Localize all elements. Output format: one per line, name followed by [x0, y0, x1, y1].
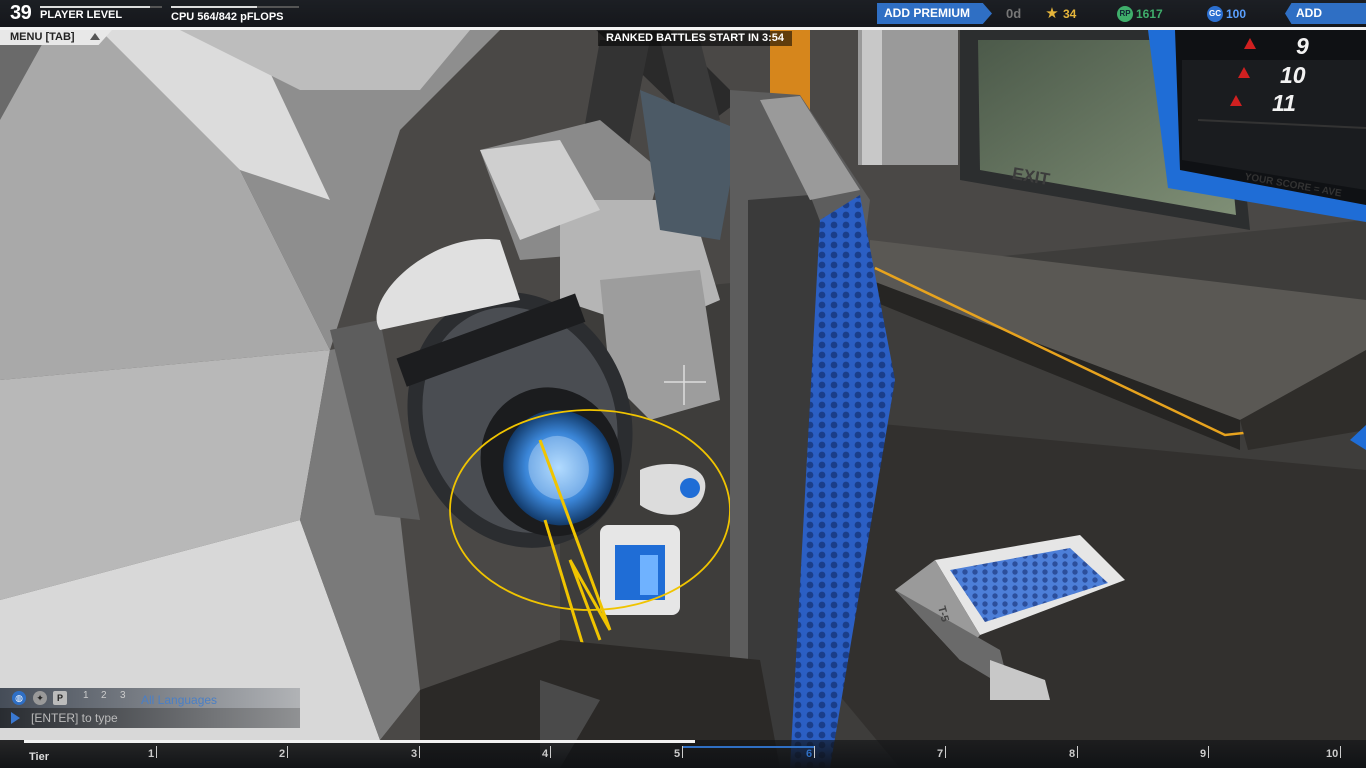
chat-channel-1[interactable]: 1 — [83, 690, 89, 701]
tier-current-marker — [682, 746, 814, 748]
galaxy-coins-currency: GC 100 — [1207, 6, 1246, 22]
add-funds-button[interactable]: ADD FUNDS — [1285, 3, 1366, 24]
tier-tick-line — [1077, 746, 1078, 758]
chat-channel-3[interactable]: 3 — [120, 690, 126, 701]
tier-tick-label: 4 — [542, 748, 549, 760]
tier-bar — [0, 740, 1366, 768]
tier-tick-label: 2 — [279, 748, 286, 760]
cpu-usage-bar-fill — [171, 6, 257, 8]
tier-tick-line — [814, 746, 815, 758]
play-arrow-icon — [11, 712, 20, 724]
robit-points-value: 1617 — [1136, 7, 1163, 21]
chat-channel-2[interactable]: 2 — [101, 690, 107, 701]
menu-button[interactable]: MENU [TAB] — [0, 30, 112, 45]
tier-label: Tier — [29, 751, 49, 763]
tier-tick-label: 6 — [806, 748, 813, 760]
tier-tick-line — [156, 746, 157, 758]
triangle-icon — [1244, 38, 1256, 49]
player-level-value: 39 — [10, 2, 32, 24]
tier-tick-label: 10 — [1326, 748, 1339, 760]
ranked-battles-countdown: RANKED BATTLES START IN 3:54 — [598, 31, 792, 46]
tier-tick-line — [1340, 746, 1341, 758]
tier-tick-label: 3 — [411, 748, 418, 760]
chat-input-placeholder: [ENTER] to type — [31, 711, 118, 725]
tier-tick-label: 1 — [148, 748, 155, 760]
top-bar-divider — [0, 27, 1366, 30]
score-row: 10 — [1232, 62, 1342, 88]
tier-tick-line — [287, 746, 288, 758]
tier-tick-line — [945, 746, 946, 758]
star-icon: ★ — [1045, 5, 1059, 22]
tier-tick-line — [1208, 746, 1209, 758]
tier-tick-line — [682, 746, 683, 758]
tier-tick-label: 5 — [674, 748, 681, 760]
party-icon[interactable]: P — [53, 691, 67, 705]
score-value: 9 — [1296, 33, 1309, 59]
tier-tick-label: 9 — [1200, 748, 1207, 760]
premium-days-remaining: 0d — [1006, 6, 1022, 21]
triangle-icon — [1230, 95, 1242, 106]
score-value: 10 — [1280, 62, 1306, 88]
tier-tick-line — [419, 746, 420, 758]
tier-tick-line — [550, 746, 551, 758]
player-level-label: PLAYER LEVEL — [40, 9, 123, 21]
menu-label: MENU [TAB] — [10, 31, 75, 43]
galaxy-coins-value: 100 — [1226, 7, 1247, 21]
stars-currency: ★ 34 — [1044, 6, 1076, 22]
globe-icon[interactable]: ◍ — [12, 691, 26, 705]
caret-up-icon — [90, 33, 100, 40]
tier-tick-label: 8 — [1069, 748, 1076, 760]
cpu-usage-bar — [171, 6, 299, 8]
robit-points-currency: RP 1617 — [1117, 6, 1163, 22]
score-value: 11 — [1272, 90, 1296, 116]
stars-value: 34 — [1063, 7, 1077, 21]
chat-language-selector[interactable]: All Languages — [141, 693, 217, 707]
cpu-usage-label: CPU 564/842 pFLOPS — [171, 11, 284, 23]
tier-tick-label: 7 — [937, 748, 944, 760]
score-row: 9 — [1238, 33, 1348, 59]
tier-progress-fill — [24, 740, 695, 743]
player-level-progress — [40, 6, 162, 8]
player-level-progress-fill — [40, 6, 150, 8]
score-row: 11 — [1224, 90, 1334, 116]
team-icon[interactable]: ✦ — [33, 691, 47, 705]
triangle-icon — [1238, 67, 1250, 78]
galaxy-coins-icon: GC — [1207, 6, 1223, 22]
robit-points-icon: RP — [1117, 6, 1133, 22]
garage-scene — [0, 0, 1366, 768]
add-premium-button[interactable]: ADD PREMIUM — [877, 3, 992, 24]
